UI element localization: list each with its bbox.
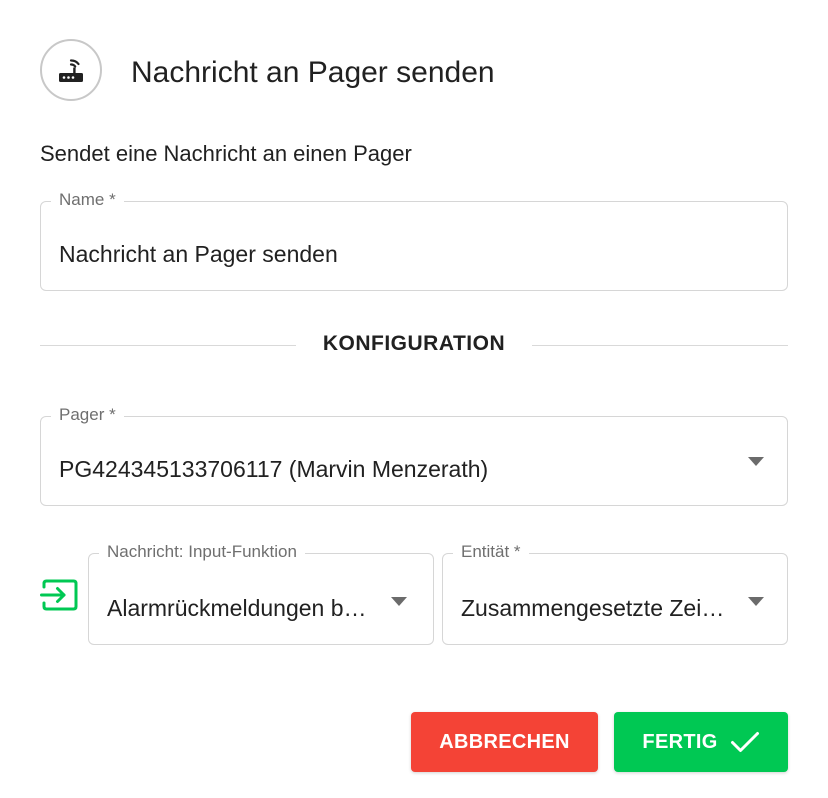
entity-select-value: Zusammengesetzte Zei… xyxy=(461,595,725,621)
chevron-down-icon[interactable] xyxy=(748,597,764,606)
cancel-button[interactable]: ABBRECHEN xyxy=(411,712,598,772)
name-field-value[interactable]: Nachricht an Pager senden xyxy=(59,239,759,269)
message-input-function-label: Nachricht: Input-Funktion xyxy=(99,541,305,563)
chevron-down-icon[interactable] xyxy=(748,457,764,466)
entity-select[interactable]: Entität * Zusammengesetzte Zei… xyxy=(442,541,788,645)
name-field[interactable]: Name * Nachricht an Pager senden xyxy=(40,189,788,291)
input-icon xyxy=(40,578,78,612)
chevron-down-icon[interactable] xyxy=(391,597,407,606)
message-input-function-value: Alarmrückmeldungen b… xyxy=(107,595,367,621)
cancel-button-label: ABBRECHEN xyxy=(439,730,570,753)
router-icon xyxy=(40,39,102,101)
section-title-configuration: KONFIGURATION xyxy=(322,332,506,355)
check-icon xyxy=(730,730,760,754)
pager-select-value: PG424345133706117 (Marvin Menzerath) xyxy=(59,456,489,482)
message-input-function-select[interactable]: Nachricht: Input-Funktion Alarmrückmeldu… xyxy=(88,541,434,645)
dialog-description: Sendet eine Nachricht an einen Pager xyxy=(40,141,412,166)
send-pager-message-dialog: Nachricht an Pager senden Sendet eine Na… xyxy=(0,0,828,798)
divider-left xyxy=(40,345,296,346)
pager-select-label: Pager * xyxy=(51,404,124,426)
dialog-title: Nachricht an Pager senden xyxy=(131,56,495,89)
done-button-label: FERTIG xyxy=(642,730,718,753)
name-field-label: Name * xyxy=(51,189,124,211)
pager-select[interactable]: Pager * PG424345133706117 (Marvin Menzer… xyxy=(40,404,788,506)
divider-right xyxy=(532,345,788,346)
done-button[interactable]: FERTIG xyxy=(614,712,788,772)
entity-select-label: Entität * xyxy=(453,541,529,563)
